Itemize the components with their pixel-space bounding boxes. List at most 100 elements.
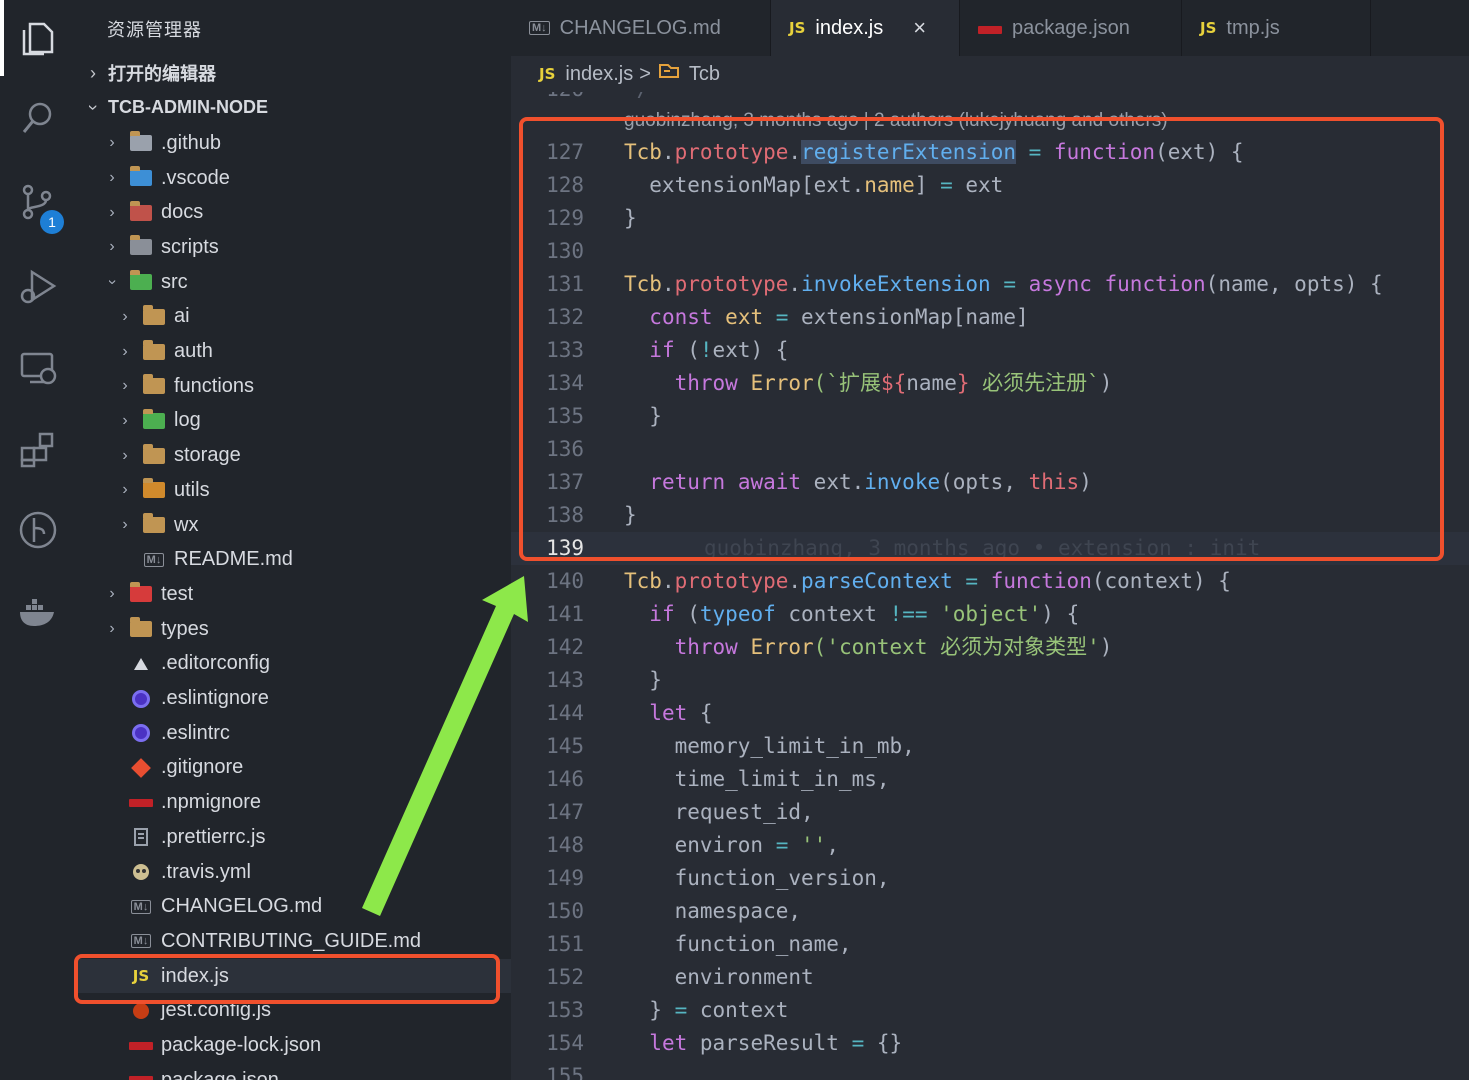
tree-item[interactable]: package-lock.json <box>76 1028 511 1063</box>
source-control-icon[interactable]: 1 <box>0 172 76 234</box>
line-number[interactable]: 152 <box>511 961 584 994</box>
line-number[interactable]: 143 <box>511 664 584 697</box>
line-number[interactable]: 136 <box>511 433 584 466</box>
code-text[interactable]: throw Error(`扩展${name} 必须先注册`) <box>624 367 1113 400</box>
tree-item[interactable]: › wx <box>76 508 511 543</box>
line-number[interactable]: 129 <box>511 202 584 235</box>
line-number[interactable]: 128 <box>511 169 584 202</box>
tree-item[interactable]: .editorconfig <box>76 647 511 682</box>
line-number[interactable]: 137 <box>511 466 584 499</box>
code-text[interactable]: } <box>624 202 637 235</box>
tree-item[interactable]: › .github <box>76 126 511 161</box>
line-number[interactable]: 149 <box>511 862 584 895</box>
extensions-icon[interactable] <box>0 420 76 480</box>
line-number[interactable]: 135 <box>511 400 584 433</box>
code-editor[interactable]: 126 */ guobinzhang, 3 months ago | 2 autho… <box>511 92 1469 1080</box>
code-text[interactable]: guobinzhang, 3 months ago • extension : … <box>624 532 1260 565</box>
code-text[interactable]: environment <box>624 961 814 994</box>
explorer-icon[interactable] <box>0 8 76 68</box>
tree-item[interactable]: .npmignore <box>76 785 511 820</box>
code-text[interactable]: } <box>624 400 662 433</box>
line-number[interactable]: 146 <box>511 763 584 796</box>
line-number[interactable]: 148 <box>511 829 584 862</box>
line-number[interactable]: 132 <box>511 301 584 334</box>
tree-item[interactable]: › .vscode <box>76 161 511 196</box>
code-text[interactable]: if (typeof context !== 'object') { <box>624 598 1079 631</box>
tree-item[interactable]: › auth <box>76 334 511 369</box>
code-text[interactable]: */ <box>624 92 649 106</box>
code-text[interactable]: Tcb.prototype.registerExtension = functi… <box>624 136 1244 169</box>
close-icon[interactable]: × <box>913 15 926 41</box>
tab-package-json[interactable]: package.json <box>960 0 1182 56</box>
tree-item[interactable]: › storage <box>76 438 511 473</box>
tree-item[interactable]: › ai <box>76 300 511 335</box>
code-text[interactable]: function_version, <box>624 862 890 895</box>
code-text[interactable]: namespace, <box>624 895 801 928</box>
run-debug-icon[interactable] <box>0 256 76 316</box>
tree-item[interactable]: .eslintrc <box>76 716 511 751</box>
line-number[interactable]: 133 <box>511 334 584 367</box>
line-number[interactable]: 153 <box>511 994 584 1027</box>
code-text[interactable]: } = context <box>624 994 788 1027</box>
tree-item[interactable]: .travis.yml <box>76 855 511 890</box>
line-number[interactable]: 131 <box>511 268 584 301</box>
line-number[interactable]: 145 <box>511 730 584 763</box>
line-number[interactable]: 140 <box>511 565 584 598</box>
code-text[interactable]: request_id, <box>624 796 814 829</box>
line-number[interactable]: 127 <box>511 136 584 169</box>
tree-item[interactable]: package.json <box>76 1063 511 1080</box>
line-number[interactable]: 144 <box>511 697 584 730</box>
tree-item[interactable]: › scripts <box>76 230 511 265</box>
tab-tmp-js[interactable]: JS tmp.js <box>1182 0 1371 56</box>
tree-item[interactable]: › types <box>76 612 511 647</box>
line-number[interactable]: 134 <box>511 367 584 400</box>
code-text[interactable]: time_limit_in_ms, <box>624 763 890 796</box>
code-text[interactable]: Tcb.prototype.parseContext = function(co… <box>624 565 1231 598</box>
git-graph-icon[interactable] <box>0 500 76 560</box>
code-text[interactable]: if (!ext) { <box>624 334 788 367</box>
code-text[interactable]: return await ext.invoke(opts, this) <box>624 466 1092 499</box>
tree-item[interactable]: .gitignore <box>76 751 511 786</box>
tree-item[interactable]: M↓ README.md <box>76 542 511 577</box>
tree-item[interactable]: › docs <box>76 195 511 230</box>
code-text[interactable]: memory_limit_in_mb, <box>624 730 915 763</box>
project-section[interactable]: › TCB-ADMIN-NODE <box>78 90 511 124</box>
tree-item[interactable]: › src <box>76 265 511 300</box>
code-text[interactable]: let { <box>624 697 712 730</box>
tree-item[interactable]: M↓ CONTRIBUTING_GUIDE.md <box>76 924 511 959</box>
line-number[interactable]: 151 <box>511 928 584 961</box>
open-editors-section[interactable]: › 打开的编辑器 <box>78 56 511 90</box>
code-text[interactable]: } <box>624 664 662 697</box>
code-text[interactable]: Tcb.prototype.invokeExtension = async fu… <box>624 268 1383 301</box>
code-text[interactable]: let parseResult = {} <box>624 1027 902 1060</box>
line-number[interactable]: 138 <box>511 499 584 532</box>
tree-item[interactable]: › log <box>76 404 511 439</box>
tree-item[interactable]: jest.config.js <box>76 994 511 1029</box>
tree-item[interactable]: JS index.js <box>76 958 511 994</box>
search-icon[interactable] <box>0 88 76 148</box>
line-number[interactable]: 139 <box>511 532 584 565</box>
tree-item[interactable]: › test <box>76 577 511 612</box>
code-text[interactable]: throw Error('context 必须为对象类型') <box>624 631 1113 664</box>
code-text[interactable]: extensionMap[ext.name] = ext <box>624 169 1003 202</box>
remote-explorer-icon[interactable] <box>0 338 76 398</box>
git-blame-header[interactable]: guobinzhang, 3 months ago | 2 authors (l… <box>624 106 1469 136</box>
code-text[interactable]: } <box>624 499 637 532</box>
line-number[interactable]: 150 <box>511 895 584 928</box>
tree-item[interactable]: .eslintignore <box>76 681 511 716</box>
line-number[interactable]: 155 <box>511 1060 584 1080</box>
code-text[interactable]: const ext = extensionMap[name] <box>624 301 1028 334</box>
code-text[interactable]: environ = '', <box>624 829 839 862</box>
breadcrumb-file[interactable]: index.js <box>565 63 633 86</box>
line-number[interactable]: 147 <box>511 796 584 829</box>
code-text[interactable]: function_name, <box>624 928 852 961</box>
line-number[interactable]: 154 <box>511 1027 584 1060</box>
line-number[interactable]: 141 <box>511 598 584 631</box>
tab-changelog[interactable]: M↓ CHANGELOG.md <box>511 0 771 56</box>
tree-item[interactable]: .prettierrc.js <box>76 820 511 855</box>
line-number[interactable]: 130 <box>511 235 584 268</box>
docker-icon[interactable] <box>0 582 76 642</box>
breadcrumb-symbol[interactable]: Tcb <box>689 63 720 86</box>
line-number[interactable]: 126 <box>511 92 584 106</box>
tab-index-js[interactable]: JS index.js × <box>771 0 960 56</box>
